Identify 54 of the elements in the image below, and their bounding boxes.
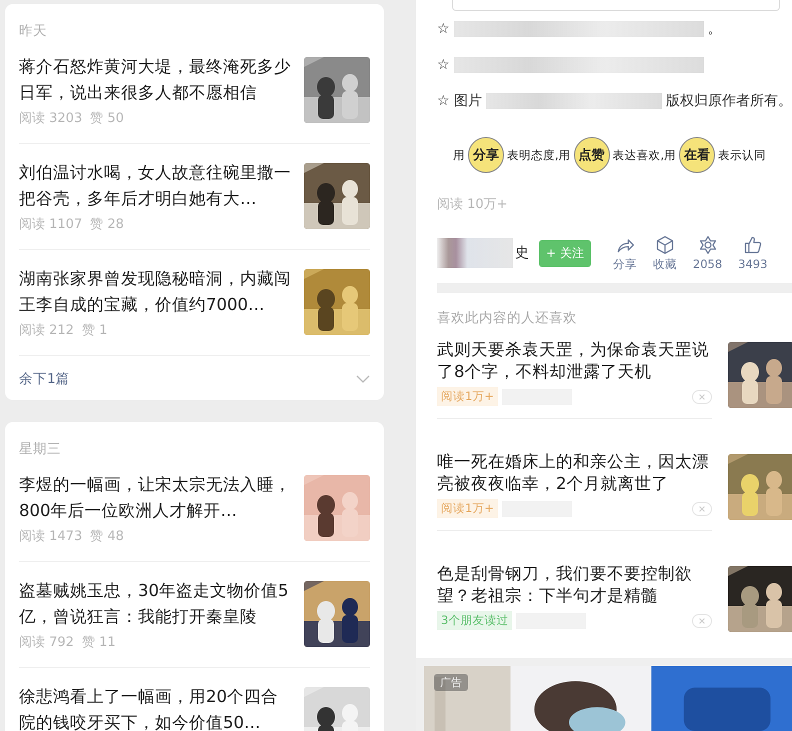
article-title[interactable]: 刘伯温讨水喝，女人故意往碗里撒一把谷壳，多年后才明白她有大…: [19, 160, 293, 212]
close-icon[interactable]: [698, 616, 706, 624]
like-count: 赞 48: [90, 528, 124, 545]
article-title[interactable]: 色是刮骨钢刀，我们要不要控制欲望？老祖宗：下半句才是精髓: [437, 563, 712, 607]
action-label: 收藏: [652, 256, 677, 272]
close-icon[interactable]: [698, 392, 706, 400]
action-label: 2058: [692, 256, 722, 270]
article-title[interactable]: 唯一死在婚床上的和亲公主，因太漂亮被夜夜临幸，2个月就离世了: [437, 451, 712, 495]
article-title[interactable]: 武则天要杀袁天罡，为保命袁天罡说了8个字，不料却泄露了天机: [437, 339, 712, 383]
cube-icon[interactable]: [654, 234, 675, 254]
like-count: 赞 50: [90, 110, 124, 127]
like-count: 赞 11: [82, 634, 116, 651]
banner-text: 表达喜欢,用: [612, 148, 676, 162]
highlight-badge: 分享: [468, 137, 504, 173]
note-text: 版权归原作者所有。: [666, 92, 792, 110]
article-title[interactable]: 湖南张家界曾发现隐秘暗洞，内藏闯王李自成的宝藏，价值约7000…: [19, 266, 293, 318]
close-button[interactable]: [692, 390, 712, 404]
more-link[interactable]: 余下1篇: [19, 370, 70, 388]
article-title[interactable]: 徐悲鸿看上了一幅画，用20个四合院的钱咬牙买下，如今价值50…: [19, 684, 293, 731]
read-count: 阅读 1107: [19, 216, 82, 233]
highlight-badge: 点赞: [574, 137, 610, 173]
highlight-badge: 在看: [679, 137, 716, 173]
banner-text: 表示认同: [718, 148, 766, 162]
like-count: 赞 1: [82, 322, 108, 339]
article-title[interactable]: 李煜的一幅画，让宋太宗无法入睡，800年后一位欧洲人才解开…: [19, 472, 293, 524]
read-count: 阅读 10万+: [437, 196, 509, 213]
star-icon[interactable]: [698, 234, 718, 254]
note-text: 。: [708, 20, 722, 38]
date-header: 星期三: [19, 440, 62, 458]
date-header: 昨天: [19, 22, 48, 40]
section-header: 喜欢此内容的人还喜欢: [437, 309, 578, 327]
read-count: 阅读 1473: [19, 528, 82, 545]
like-count: 赞 28: [90, 216, 124, 233]
thumbs-up-icon[interactable]: [742, 234, 763, 254]
article-title[interactable]: 盗墓贼姚玉忠，30年盗走文物价值5亿，曾说狂言：我能打开秦皇陵: [19, 578, 293, 630]
note-text: ☆: [437, 21, 450, 37]
author-name[interactable]: 史: [515, 244, 529, 262]
note-text: ☆ 图片: [437, 92, 482, 110]
close-icon[interactable]: [698, 504, 706, 512]
tag: 3个朋友读过: [437, 611, 512, 630]
tag: 阅读1万+: [437, 499, 498, 518]
read-count: 阅读 3203: [19, 110, 82, 127]
action-label: 分享: [612, 256, 637, 272]
close-button[interactable]: [692, 502, 712, 516]
article-title[interactable]: 蒋介石怒炸黄河大堤，最终淹死多少日军，说出来很多人都不愿相信: [19, 54, 293, 106]
tag: 阅读1万+: [437, 387, 498, 406]
chevron-down-icon[interactable]: [356, 375, 370, 383]
banner-text: 用: [452, 148, 465, 162]
banner-text: 表明态度,用: [506, 148, 570, 162]
note-text: ☆: [437, 57, 450, 73]
close-button[interactable]: [692, 614, 712, 628]
read-count: 阅读 212: [19, 322, 74, 339]
read-count: 阅读 792: [19, 634, 74, 651]
action-label: 3493: [738, 256, 768, 270]
